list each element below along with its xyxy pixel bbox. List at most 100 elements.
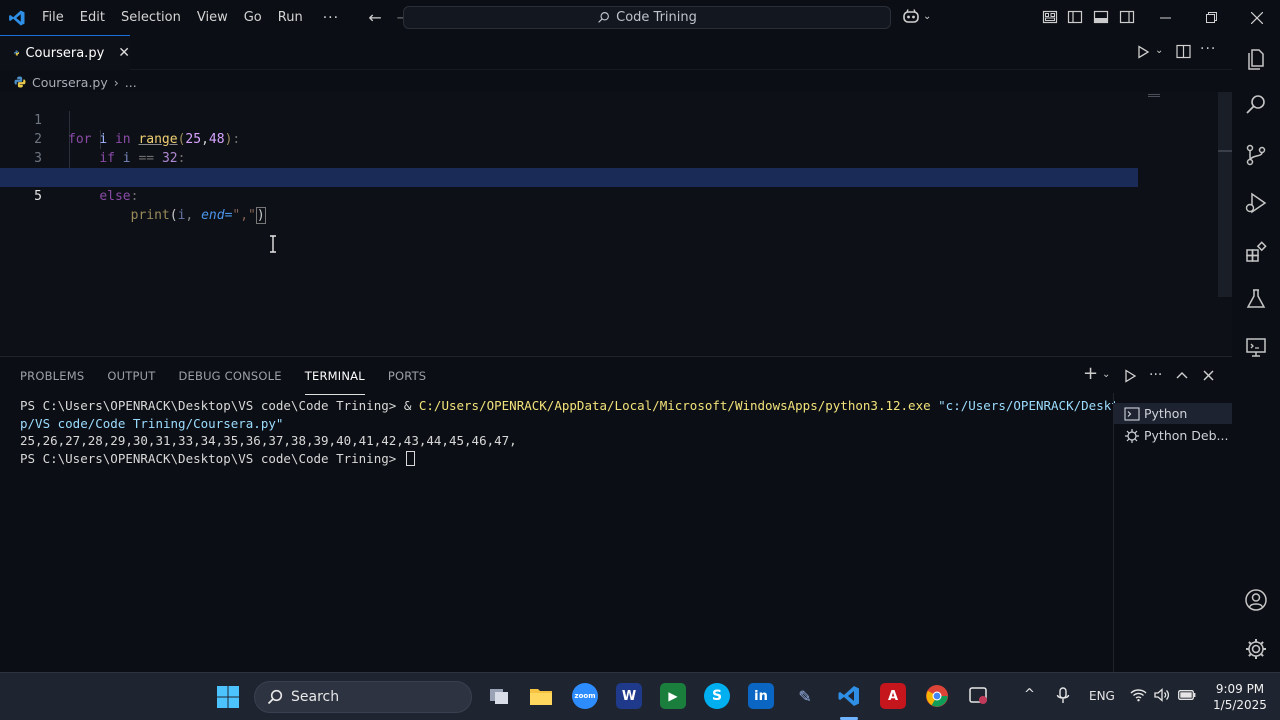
run-and-debug-icon[interactable] [1244,191,1268,215]
breadcrumb-symbols[interactable]: ... [125,75,137,90]
chrome-app-icon[interactable] [924,683,950,709]
new-terminal-icon[interactable]: + [1083,363,1098,384]
tab-terminal[interactable]: TERMINAL [304,357,365,395]
testing-flask-icon[interactable] [1244,287,1268,311]
terminal-argument-cont: p/VS code/Code Trining/Coursera.py" [20,415,284,431]
tab-debug-console[interactable]: DEBUG CONSOLE [178,357,281,395]
code-line-1[interactable]: 1 for i in range(25,48): [0,92,1138,147]
terminal-instance-python-debug[interactable]: Python Deb... [1114,425,1233,446]
debug-gear-icon [1125,428,1139,443]
terminal-argument: "c:/Users/OPENRACK/Deskto [930,398,1127,413]
command-center-label: Code Trining [616,10,697,25]
terminal-line: PS C:\Users\OPENRACK\Desktop\VS code\Cod… [20,450,1105,468]
chevron-down-icon: ⌄ [923,10,932,22]
close-window-button[interactable] [1234,0,1280,35]
explorer-files-icon[interactable] [1244,47,1268,71]
clock-time: 9:09 PM [1215,682,1265,696]
tab-problems[interactable]: PROBLEMS [20,357,84,395]
tab-coursera-py[interactable]: Coursera.py ✕ [0,35,130,70]
copilot-icon [903,9,919,23]
tab-ports[interactable]: PORTS [388,357,426,395]
command-center-search[interactable]: Code Trining [403,6,891,29]
tab-output[interactable]: OUTPUT [107,357,155,395]
menu-run[interactable]: Run [270,0,311,35]
code-line-2[interactable]: 2 if i == 32: [0,111,1138,166]
tab-close-icon[interactable]: ✕ [118,45,130,61]
extensions-icon[interactable] [1244,240,1268,264]
terminal-instance-list: Python Python Deb... [1113,393,1233,673]
volume-speaker-icon[interactable] [1154,688,1170,702]
accounts-icon[interactable] [1244,588,1268,612]
code-editor[interactable]: 1 for i in range(25,48): 2 if i == 32: 3… [0,92,1232,355]
back-arrow-icon[interactable]: ← [361,8,389,27]
battery-icon[interactable] [1178,690,1196,700]
terminal-line: 25,26,27,28,29,30,31,33,34,35,36,37,38,3… [20,432,1105,450]
maximize-panel-chevron-up-icon[interactable] [1176,370,1188,380]
run-task-icon[interactable] [1124,369,1137,383]
toggle-secondary-sidebar-icon[interactable] [1119,9,1135,25]
search-icon [267,689,283,705]
breadcrumb-separator: › [113,74,119,90]
taskbar-search-box[interactable]: Search [254,681,472,713]
terminal-program-output: 25,26,27,28,29,30,31,33,34,35,36,37,38,3… [20,433,517,448]
windows-taskbar: Search zoom W ▶ S in ✎ A ^ ENG 9:09 PM 1… [0,672,1280,720]
terminal-profile-chevron-icon[interactable]: ⌄ [1102,369,1110,380]
show-hidden-icons-chevron[interactable]: ^ [1024,687,1035,702]
minimize-window-button[interactable] [1142,0,1188,35]
title-bar: File Edit Selection View Go Run ··· ← → … [0,0,1280,35]
taskbar-clock[interactable]: 9:09 PM 1/5/2025 [1205,681,1275,713]
file-explorer-icon[interactable] [528,683,554,709]
menu-edit[interactable]: Edit [72,0,113,35]
menu-more-button[interactable]: ··· [311,10,351,26]
webex-app-icon[interactable]: W [616,683,642,709]
code-line-5[interactable]: 5 print(i, end=",") [0,168,1138,224]
manage-gear-icon[interactable] [1244,637,1268,661]
activity-bar [1232,35,1280,672]
editor-more-actions-icon[interactable]: ··· [1200,41,1216,57]
minimap[interactable] [1148,94,1160,97]
customize-layout-icon[interactable] [1042,9,1058,25]
menu-selection[interactable]: Selection [113,0,189,35]
pen-tool-app-icon[interactable]: ✎ [792,683,818,709]
menu-file[interactable]: File [34,0,72,35]
snipping-tool-icon[interactable] [966,683,992,709]
close-panel-icon[interactable] [1203,370,1214,381]
microphone-icon[interactable] [1056,687,1070,705]
terminal-exe-path: C:/Users/OPENRACK/AppData/Local/Microsof… [418,398,931,413]
wifi-icon[interactable] [1130,688,1147,702]
terminal-instance-python[interactable]: Python [1114,403,1233,424]
restore-window-button[interactable] [1188,0,1234,35]
tab-label: Coursera.py [25,45,105,61]
terminal-instance-label: Python [1144,406,1188,421]
remote-explorer-icon[interactable] [1244,335,1268,359]
task-view-icon[interactable] [486,683,512,709]
terminal-prompt: PS C:\Users\OPENRACK\Desktop\VS code\Cod… [20,398,404,413]
python-file-icon [14,76,26,88]
skype-app-icon[interactable]: S [704,683,730,709]
windows-start-icon[interactable] [216,685,240,709]
vscode-taskbar-icon[interactable] [836,683,862,709]
editor-scrollbar[interactable] [1218,92,1232,297]
toggle-panel-icon[interactable] [1093,9,1109,25]
run-python-file-icon[interactable] [1136,45,1150,59]
toggle-primary-sidebar-icon[interactable] [1067,9,1083,25]
zoom-app-icon[interactable]: zoom [572,683,598,709]
split-editor-icon[interactable] [1176,44,1191,59]
menu-go[interactable]: Go [236,0,270,35]
search-icon[interactable] [1244,93,1268,117]
source-control-icon[interactable] [1244,143,1268,167]
menu-view[interactable]: View [189,0,236,35]
run-options-chevron-icon[interactable]: ⌄ [1155,45,1163,56]
code-line-3[interactable]: 3 pass [0,130,1138,185]
copilot-button[interactable]: ⌄ [902,8,931,24]
acrobat-app-icon[interactable]: A [880,683,906,709]
code-line-4[interactable]: 4 else: [0,149,1138,204]
clock-date: 1/5/2025 [1213,698,1267,712]
linkedin-app-icon[interactable]: in [748,683,774,709]
input-language-indicator[interactable]: ENG [1089,689,1115,703]
panel-more-actions-icon[interactable]: ··· [1149,367,1162,383]
terminal-output[interactable]: PS C:\Users\OPENRACK\Desktop\VS code\Cod… [20,397,1126,468]
meet-app-icon[interactable]: ▶ [660,683,686,709]
vscode-logo-icon [0,0,34,35]
breadcrumb-file[interactable]: Coursera.py [32,75,108,90]
